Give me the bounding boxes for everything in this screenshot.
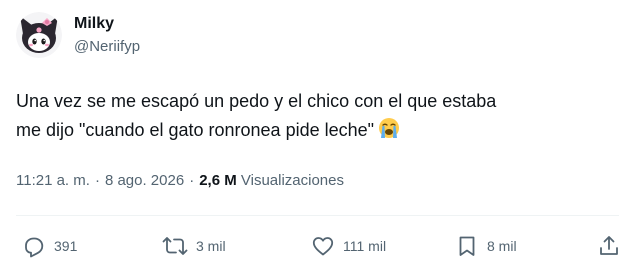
repost-icon xyxy=(162,237,188,255)
author-handle[interactable]: @Neriifyp xyxy=(74,37,140,57)
like-button[interactable]: 111 mil xyxy=(311,233,386,259)
tweet-date[interactable]: 8 ago. 2026 xyxy=(105,172,184,189)
tweet-text-line-2: me dijo "cuando el gato ronronea pide le… xyxy=(16,120,375,140)
repost-count: 3 mil xyxy=(196,238,226,254)
tweet-text: Una vez se me escapó un pedo y el chico … xyxy=(16,87,616,148)
bookmark-icon xyxy=(459,236,475,256)
like-count: 111 mil xyxy=(343,238,387,254)
meta-separator: · xyxy=(94,172,100,189)
kuromi-avatar-icon xyxy=(16,12,62,58)
views-count: 2,6 M xyxy=(199,172,237,189)
tweet-meta: 11:21 a. m. · 8 ago. 2026 · 2,6 M Visualizac… xyxy=(16,171,344,191)
share-button[interactable] xyxy=(597,233,621,259)
tweet-text-line-1: Una vez se me escapó un pedo y el chico … xyxy=(16,91,497,111)
reply-button[interactable]: 391 xyxy=(22,233,77,259)
views-label: Visualizaciones xyxy=(240,172,344,189)
heart-icon xyxy=(312,237,334,256)
author-display-name[interactable]: Milky xyxy=(74,14,114,34)
loudly-crying-face-emoji-icon xyxy=(378,117,400,148)
meta-separator: · xyxy=(189,172,195,189)
bookmark-button[interactable]: 8 mil xyxy=(455,233,517,259)
share-icon xyxy=(600,236,618,255)
tweet-time[interactable]: 11:21 a. m. xyxy=(16,172,90,189)
author-avatar[interactable] xyxy=(16,12,62,58)
repost-button[interactable]: 3 mil xyxy=(162,233,226,259)
reply-icon xyxy=(25,237,44,258)
reply-count: 391 xyxy=(54,238,78,254)
bookmark-count: 8 mil xyxy=(487,238,517,254)
divider xyxy=(16,215,619,216)
